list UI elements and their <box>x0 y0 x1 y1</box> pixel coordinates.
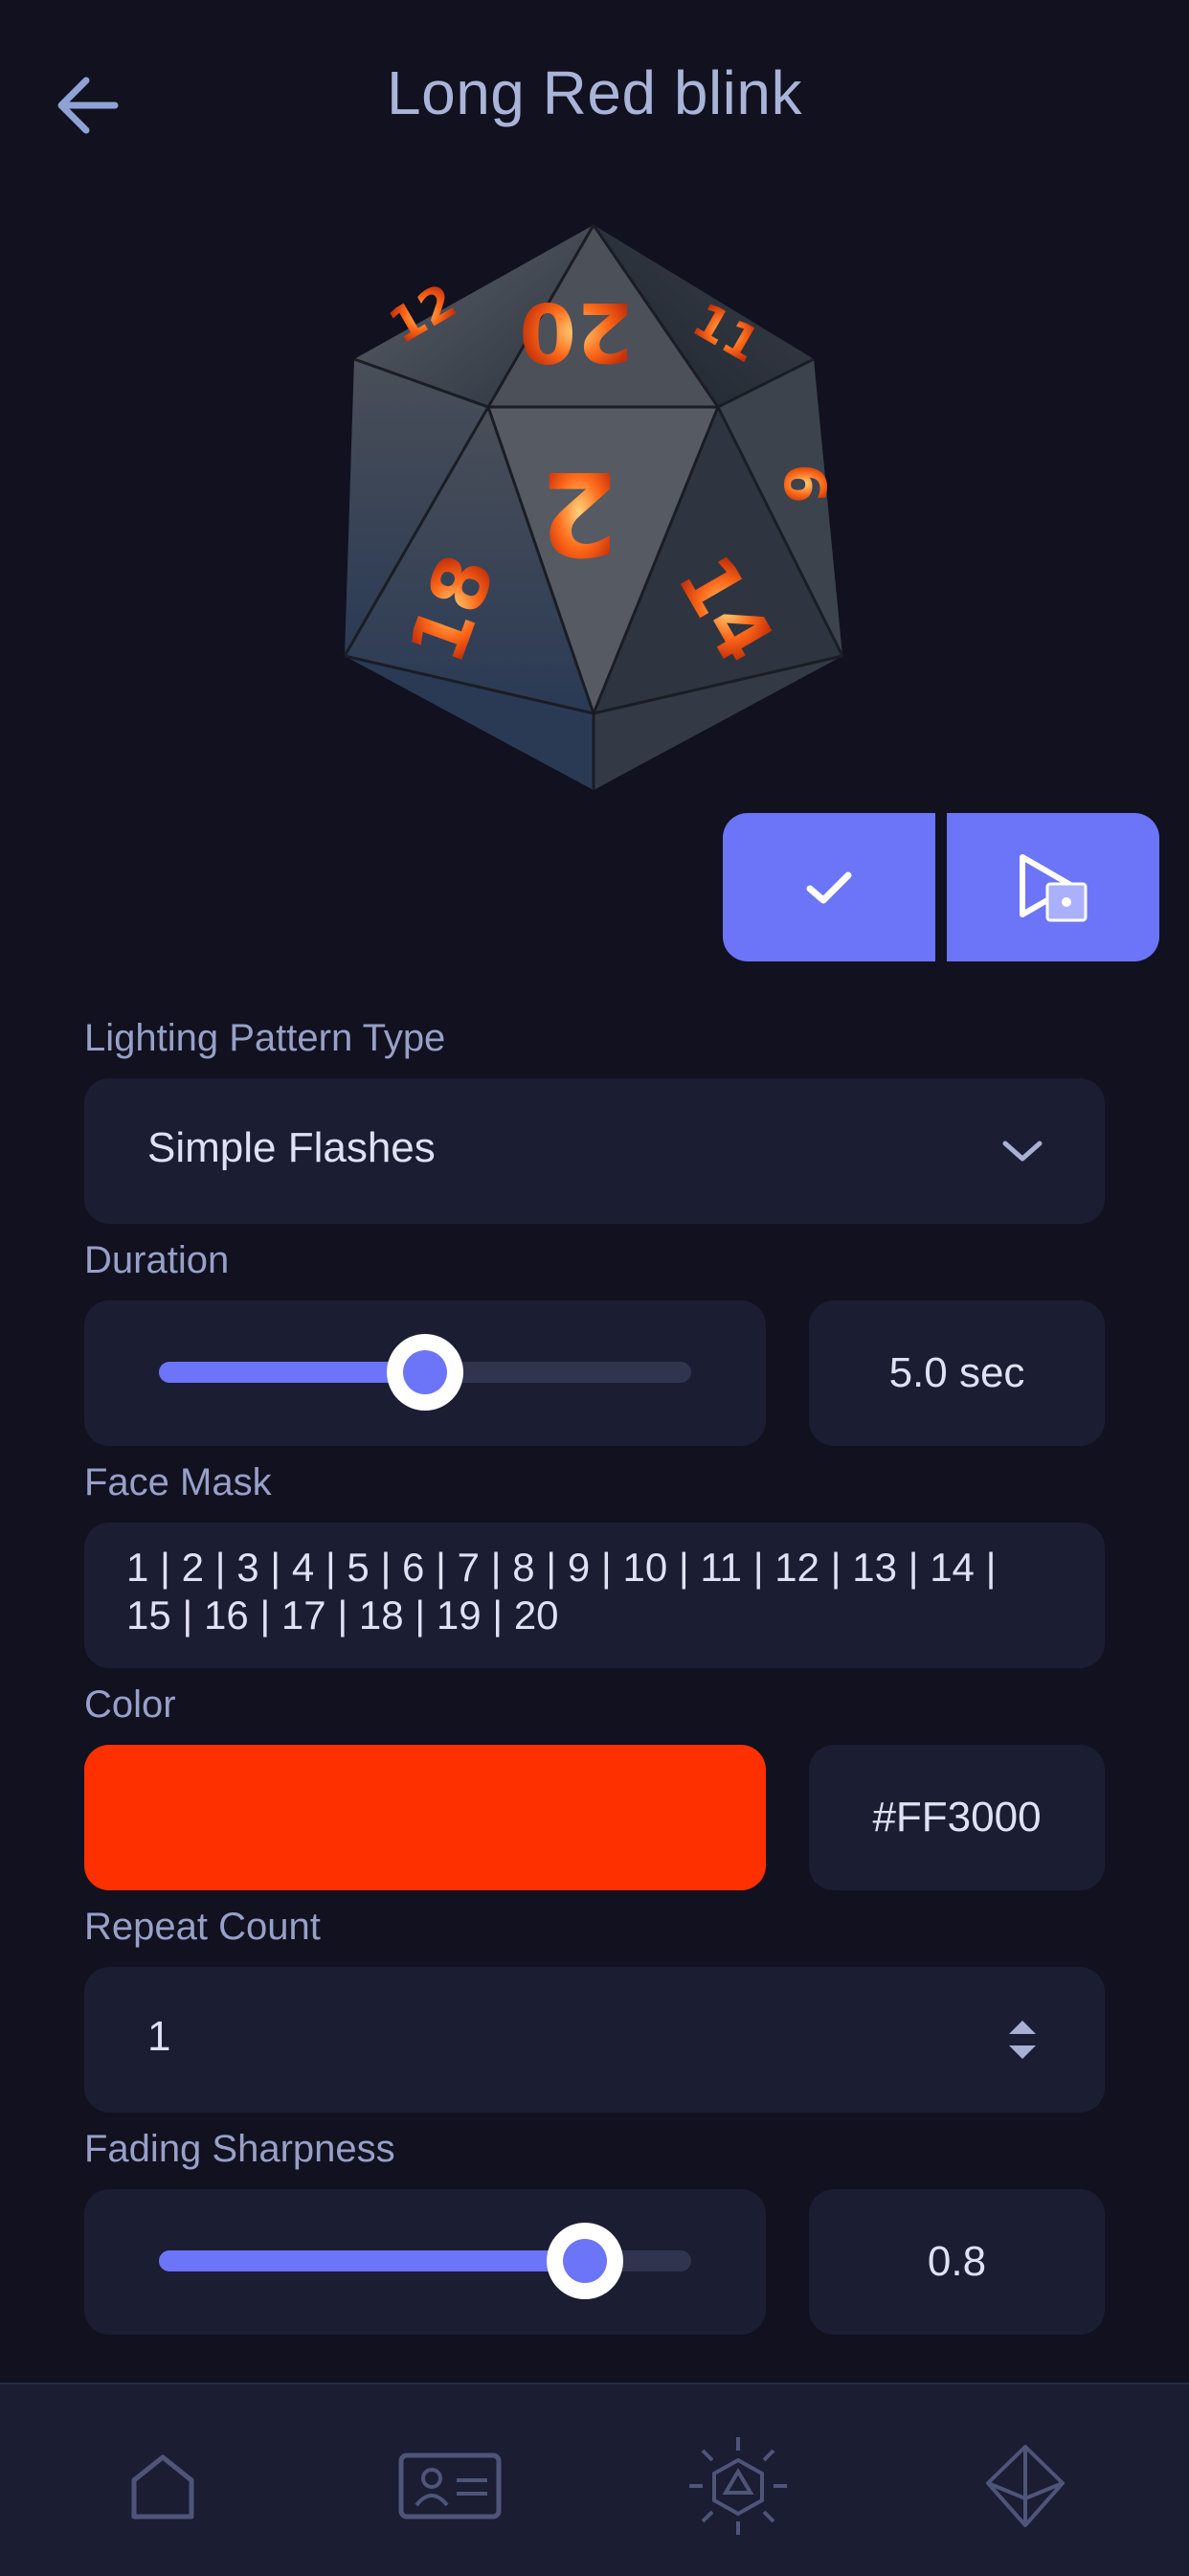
pattern-type-label: Lighting Pattern Type <box>84 1017 446 1059</box>
color-label: Color <box>84 1683 176 1726</box>
preview-on-die-button[interactable] <box>947 813 1159 961</box>
pattern-type-select[interactable]: Simple Flashes <box>84 1078 1105 1224</box>
color-swatch[interactable] <box>84 1745 766 1890</box>
face-mask-label: Face Mask <box>84 1461 272 1503</box>
duration-slider-container <box>84 1300 766 1446</box>
face-mask-field[interactable]: 1 | 2 | 3 | 4 | 5 | 6 | 7 | 8 | 9 | 10 |… <box>84 1523 1105 1668</box>
checkmark-icon <box>806 871 852 903</box>
fading-slider-container <box>84 2189 766 2335</box>
nav-home[interactable] <box>105 2438 220 2534</box>
repeat-count-label: Repeat Count <box>84 1906 321 1948</box>
nav-profile[interactable] <box>393 2438 507 2534</box>
die-preview-image: 20 2 18 14 6 12 11 <box>325 215 862 800</box>
profile-card-icon <box>398 2452 502 2520</box>
stepper-arrows-icon[interactable] <box>1003 2013 1042 2067</box>
color-hex-field[interactable]: #FF3000 <box>809 1745 1105 1890</box>
nav-lighting[interactable] <box>681 2437 796 2535</box>
face-mask-line-2: 15 | 16 | 17 | 18 | 19 | 20 <box>126 1593 559 1638</box>
duration-value: 5.0 sec <box>888 1349 1025 1396</box>
d20-icon <box>986 2445 1065 2527</box>
play-on-die-icon <box>1020 853 1088 921</box>
color-hex-value: #FF3000 <box>872 1794 1042 1841</box>
die-action-buttons <box>723 813 1159 961</box>
pattern-type-value: Simple Flashes <box>147 1124 436 1171</box>
home-icon <box>131 2454 194 2520</box>
die-face-number: 2 <box>539 445 619 578</box>
duration-value-box[interactable]: 5.0 sec <box>809 1300 1105 1446</box>
die-face-number: 6 <box>771 463 838 504</box>
face-mask-line-1: 1 | 2 | 3 | 4 | 5 | 6 | 7 | 8 | 9 | 10 |… <box>126 1545 997 1590</box>
repeat-count-value: 1 <box>147 2013 171 2060</box>
chevron-down-icon <box>1002 1141 1043 1162</box>
duration-slider-fill <box>159 1362 425 1383</box>
die-light-icon <box>689 2437 787 2535</box>
confirm-button[interactable] <box>723 813 935 961</box>
fading-slider-thumb[interactable] <box>546 2223 623 2299</box>
page-title: Long Red blink <box>387 58 802 127</box>
nav-dice[interactable] <box>968 2438 1083 2534</box>
fading-value: 0.8 <box>927 2238 987 2285</box>
fading-value-box[interactable]: 0.8 <box>809 2189 1105 2335</box>
fading-slider-fill <box>159 2250 585 2271</box>
die-face-number: 20 <box>519 283 634 379</box>
repeat-count-input[interactable]: 1 <box>84 1967 1105 2113</box>
duration-slider-thumb[interactable] <box>387 1334 463 1411</box>
duration-label: Duration <box>84 1239 230 1281</box>
fading-sharpness-label: Fading Sharpness <box>84 2128 395 2170</box>
